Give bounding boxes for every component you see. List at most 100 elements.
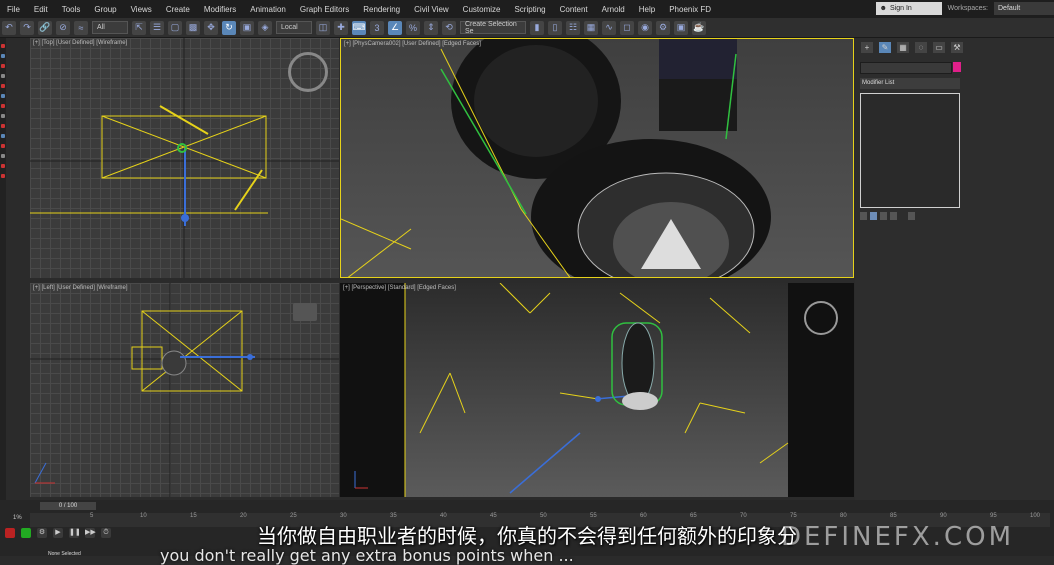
menu-help[interactable]: Help [632, 5, 662, 14]
utilities-tab-icon[interactable]: ⚒ [951, 42, 963, 53]
status-selection: None Selected [48, 551, 81, 557]
menu-views[interactable]: Views [124, 5, 159, 14]
menu-modifiers[interactable]: Modifiers [197, 5, 243, 14]
placement-icon[interactable]: ◈ [258, 20, 272, 35]
redo-icon[interactable]: ↷ [20, 20, 34, 35]
viewport-top[interactable]: [+] [Top] [User Defined] [Wireframe] [30, 38, 339, 278]
viewport-camera-label[interactable]: [+] [PhysCamera002] [User Defined] [Edge… [344, 41, 481, 47]
angle-snap-icon[interactable]: ∠ [388, 20, 402, 35]
percent-snap-icon[interactable]: % [406, 20, 420, 35]
menu-tools[interactable]: Tools [55, 5, 88, 14]
curve-editor-icon[interactable]: ∿ [602, 20, 616, 35]
modifier-stack[interactable] [860, 93, 960, 208]
menu-graph-editors[interactable]: Graph Editors [293, 5, 356, 14]
tick-label: 85 [890, 513, 897, 519]
menu-rendering[interactable]: Rendering [356, 5, 407, 14]
window-crossing-icon[interactable]: ▩ [186, 20, 200, 35]
bind-space-warp-icon[interactable]: ≈ [74, 20, 88, 35]
tick-label: 30 [340, 513, 347, 519]
tick-label: 40 [440, 513, 447, 519]
stack-controls [860, 212, 915, 220]
render-setup-icon[interactable]: ⚙ [656, 20, 670, 35]
configure-sets-icon[interactable] [908, 212, 915, 220]
scale-icon[interactable]: ▣ [240, 20, 254, 35]
schematic-view-icon[interactable]: ◻ [620, 20, 634, 35]
pivot-icon[interactable]: ◫ [316, 20, 330, 35]
show-end-result-icon[interactable] [870, 212, 877, 220]
viewport-camera[interactable]: [+] [PhysCamera002] [User Defined] [Edge… [340, 38, 854, 278]
tick-label: 45 [490, 513, 497, 519]
mirror-icon[interactable]: ▮ [530, 20, 544, 35]
scene-explorer-icon[interactable]: ▦ [584, 20, 598, 35]
undo-icon[interactable]: ↶ [2, 20, 16, 35]
tick-label: 25 [290, 513, 297, 519]
viewport-top-label[interactable]: [+] [Top] [User Defined] [Wireframe] [33, 40, 127, 46]
object-name-field[interactable] [860, 62, 952, 74]
sign-in-dropdown[interactable]: ☻ Sign In [875, 2, 942, 15]
watermark: DEFINEFX.COM [780, 522, 1014, 552]
spinner-snap-icon[interactable]: ⇕ [424, 20, 438, 35]
selection-filter-select[interactable]: All [92, 21, 128, 34]
tick-label: 55 [590, 513, 597, 519]
viewport-perspective-label[interactable]: [+] [Perspective] [Standard] [Edged Face… [343, 285, 456, 291]
remove-modifier-icon[interactable] [890, 212, 897, 220]
tick-label: 95 [990, 513, 997, 519]
modifier-list-select[interactable]: Modifier List [860, 78, 960, 89]
keyboard-shortcut-icon[interactable]: ⌨ [352, 20, 366, 35]
command-panel: + ✎ ▦ ◌ ▭ ⚒ Modifier List [855, 38, 1054, 508]
link-icon[interactable]: 🔗 [38, 20, 52, 35]
menu-content[interactable]: Content [553, 5, 595, 14]
rotate-icon[interactable]: ↻ [222, 20, 236, 35]
create-tab-icon[interactable]: + [861, 42, 873, 53]
rendered-frame-icon[interactable]: ▣ [674, 20, 688, 35]
menu-arnold[interactable]: Arnold [595, 5, 632, 14]
motion-tab-icon[interactable]: ◌ [915, 42, 927, 53]
reference-coord-select[interactable]: Local [276, 21, 312, 34]
snaps-toggle-icon[interactable]: 3 [370, 20, 384, 35]
menu-scripting[interactable]: Scripting [507, 5, 552, 14]
time-slider[interactable]: 0 / 100 [40, 502, 96, 510]
tick-label: 10 [140, 513, 147, 519]
left-viewcube-icon[interactable] [293, 303, 317, 321]
tick-label: 35 [390, 513, 397, 519]
hierarchy-tab-icon[interactable]: ▦ [897, 42, 909, 53]
rect-region-icon[interactable]: ▢ [168, 20, 182, 35]
command-panel-tabs: + ✎ ▦ ◌ ▭ ⚒ [855, 38, 1054, 57]
menu-phoenix-fd[interactable]: Phoenix FD [662, 5, 718, 14]
menu-bar: File Edit Tools Group Views Create Modif… [0, 0, 1054, 18]
move-icon[interactable]: ✥ [204, 20, 218, 35]
select-object-icon[interactable]: ⇱ [132, 20, 146, 35]
user-icon: ☻ [879, 5, 888, 12]
tick-label: 20 [240, 513, 247, 519]
account-area: ☻ Sign In Workspaces: Default [875, 2, 1054, 15]
tick-label: 60 [640, 513, 647, 519]
tick-label: 65 [690, 513, 697, 519]
select-manipulate-icon[interactable]: ✚ [334, 20, 348, 35]
unlink-icon[interactable]: ⊘ [56, 20, 70, 35]
menu-edit[interactable]: Edit [27, 5, 55, 14]
menu-group[interactable]: Group [87, 5, 123, 14]
menu-customize[interactable]: Customize [456, 5, 508, 14]
select-by-name-icon[interactable]: ☰ [150, 20, 164, 35]
material-editor-icon[interactable]: ◉ [638, 20, 652, 35]
layer-explorer-icon[interactable]: ☷ [566, 20, 580, 35]
menu-animation[interactable]: Animation [243, 5, 293, 14]
display-tab-icon[interactable]: ▭ [933, 42, 945, 53]
perspective-viewcube-icon[interactable] [804, 301, 838, 335]
viewport-left-label[interactable]: [+] [Left] [User Defined] [Wireframe] [33, 285, 128, 291]
edit-named-selection-icon[interactable]: ⟲ [442, 20, 456, 35]
object-color-swatch[interactable] [953, 62, 961, 72]
left-toolstrip [0, 38, 6, 508]
viewport-perspective[interactable]: [+] [Perspective] [Standard] [Edged Face… [340, 283, 854, 497]
align-icon[interactable]: ▯ [548, 20, 562, 35]
menu-file[interactable]: File [0, 5, 27, 14]
workspace-select[interactable]: Default [994, 2, 1054, 15]
viewport-left[interactable]: [+] [Left] [User Defined] [Wireframe] [30, 283, 339, 497]
menu-create[interactable]: Create [159, 5, 197, 14]
named-selection-set-select[interactable]: Create Selection Se [460, 21, 526, 35]
pin-stack-icon[interactable] [860, 212, 867, 220]
make-unique-icon[interactable] [880, 212, 887, 220]
menu-civil-view[interactable]: Civil View [407, 5, 456, 14]
modify-tab-icon[interactable]: ✎ [879, 42, 891, 53]
render-production-icon[interactable]: ☕ [692, 20, 706, 35]
